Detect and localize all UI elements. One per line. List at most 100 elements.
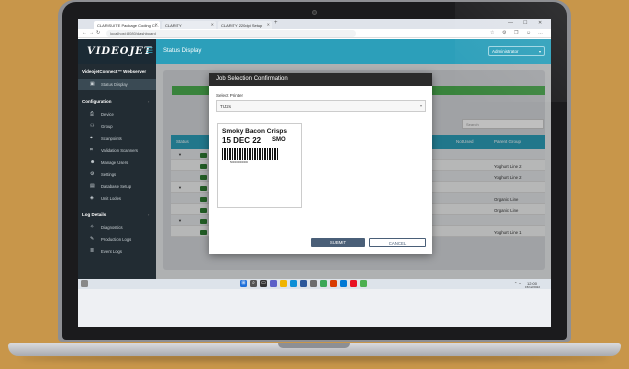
- app-icon[interactable]: [350, 280, 357, 287]
- sidebar-item-label: Group: [101, 124, 113, 129]
- sidebar-item-label: Diagnostics: [101, 225, 123, 230]
- app-icon[interactable]: [330, 280, 337, 287]
- maximize-button[interactable]: ☐: [523, 20, 527, 26]
- user-select-value: Administrator: [492, 49, 519, 54]
- hamburger-icon[interactable]: ☰: [146, 46, 153, 55]
- scan-icon: ⌖: [90, 135, 93, 141]
- star-icon[interactable]: ☆: [490, 30, 494, 36]
- sidebar-item-label: Device: [101, 112, 114, 117]
- wifi-icon[interactable]: ⌃ ◔: [514, 281, 521, 286]
- close-icon[interactable]: ✕: [155, 22, 158, 27]
- sidebar-item-production-logs[interactable]: ✎ Production Logs: [78, 234, 156, 245]
- diagnostics-icon: ✧: [90, 224, 95, 230]
- laptop-notch: [278, 343, 350, 348]
- new-tab-button[interactable]: +: [274, 20, 278, 26]
- label-product-name: Smoky Bacon Crisps: [222, 128, 288, 135]
- users-icon: ☻: [90, 159, 96, 165]
- sidebar-item-label: Event Logs: [101, 249, 122, 254]
- collections-icon[interactable]: ❐: [514, 30, 518, 36]
- file-explorer-icon[interactable]: [280, 280, 287, 287]
- sidebar-item-label: Settings: [101, 172, 117, 177]
- dialog-title: Job Selection Confirmation: [216, 76, 288, 82]
- submit-button[interactable]: SUBMIT: [311, 238, 365, 247]
- app-icon[interactable]: [340, 280, 347, 287]
- browser-tab-bar: CLARiSUITE Package Coding Cl... ✕ CLARiT…: [78, 19, 551, 29]
- job-selection-dialog: Job Selection Confirmation Select Printe…: [209, 73, 432, 254]
- barcode-number: 5000000000000: [230, 161, 249, 164]
- sidebar-item-validation-scanners[interactable]: ⌗ Validation Scanners: [78, 145, 156, 156]
- database-icon: ▤: [90, 183, 95, 189]
- chevron-icon[interactable]: ‹: [148, 99, 149, 104]
- address-bar: ← → ↻ localhost:8080/dashboard ☆ ⚙ ❐ ☺ …: [78, 29, 551, 38]
- sidebar-item-database-setup[interactable]: ▤ Database Setup: [78, 181, 156, 192]
- label-preview: Smoky Bacon Crisps 15 DEC 22 SMO 5000000…: [217, 123, 302, 208]
- tab-label: CLARiSUITE Package Coding Cl...: [97, 23, 160, 28]
- sidebar-item-group[interactable]: ⚇ Group: [78, 121, 156, 132]
- search-icon[interactable]: ⌕: [250, 280, 257, 287]
- profile-icon[interactable]: ☺: [526, 30, 531, 36]
- extensions-icon[interactable]: ⚙: [502, 30, 506, 36]
- sidebar-item-label: Production Logs: [101, 237, 132, 242]
- minimize-button[interactable]: —: [508, 20, 513, 26]
- sidebar-item-unit-lodes[interactable]: ◈ Unit Lodes: [78, 193, 156, 204]
- printer-select-value: TIJ2s: [220, 104, 232, 109]
- browser-tab-3[interactable]: CLARiTY 220dpi Setup ✕: [218, 21, 272, 29]
- forward-icon[interactable]: →: [89, 30, 94, 36]
- start-icon[interactable]: ⊞: [240, 280, 247, 287]
- widgets-icon[interactable]: [81, 280, 88, 287]
- configuration-heading: Configuration: [82, 99, 112, 104]
- chevron-down-icon: ▾: [538, 49, 541, 54]
- sidebar-item-label: Database Setup: [101, 184, 132, 189]
- sidebar-item-status-display[interactable]: ▣ Status Display: [78, 79, 156, 90]
- log-details-heading: Log Details: [82, 212, 107, 217]
- settings-icon: ⚙: [90, 171, 95, 177]
- videojet-logo: VIDEOJET: [87, 46, 153, 57]
- sidebar-item-label: Scanpoints: [101, 136, 122, 141]
- group-icon: ⚇: [90, 123, 95, 129]
- screen: CLARiSUITE Package Coding Cl... ✕ CLARiT…: [78, 19, 551, 327]
- sidebar-item-label: Unit Lodes: [101, 196, 122, 201]
- app-icon[interactable]: [310, 280, 317, 287]
- printer-select[interactable]: TIJ2s ▾: [216, 100, 426, 112]
- back-icon[interactable]: ←: [82, 30, 87, 36]
- more-icon[interactable]: …: [538, 30, 543, 36]
- monitor-icon: ▣: [90, 81, 95, 87]
- tab-label: CLARiTY: [165, 23, 182, 28]
- sidebar-item-scanpoints[interactable]: ⌖ Scanpoints: [78, 133, 156, 144]
- user-select[interactable]: Administrator ▾: [488, 46, 545, 56]
- event-icon: ≣: [90, 248, 95, 254]
- task-view-icon[interactable]: ▭: [260, 280, 267, 287]
- browser-tab-2[interactable]: CLARiTY ✕: [162, 21, 216, 29]
- app-icon[interactable]: [360, 280, 367, 287]
- chevron-down-icon: ▾: [419, 103, 422, 108]
- tab-label: CLARiTY 220dpi Setup: [221, 23, 263, 28]
- browser-tab-1[interactable]: CLARiSUITE Package Coding Cl... ✕: [94, 21, 160, 29]
- chevron-icon[interactable]: ‹: [148, 212, 149, 217]
- close-icon[interactable]: ✕: [211, 22, 214, 27]
- barcode-image: [222, 148, 278, 160]
- sidebar-title: VideojetConnect™ Webserver: [82, 69, 147, 74]
- webcam: [312, 10, 317, 15]
- sidebar-item-manage-users[interactable]: ☻ Manage Users: [78, 157, 156, 168]
- sidebar-item-settings[interactable]: ⚙ Settings: [78, 169, 156, 180]
- sidebar-item-label: Status Display: [101, 82, 128, 87]
- url-input[interactable]: localhost:8080/dashboard: [106, 30, 356, 37]
- reload-icon[interactable]: ↻: [96, 30, 100, 36]
- chat-icon[interactable]: [270, 280, 277, 287]
- store-icon[interactable]: [300, 280, 307, 287]
- edge-icon[interactable]: [290, 280, 297, 287]
- close-icon[interactable]: ✕: [267, 22, 270, 27]
- sidebar-item-device[interactable]: ⎙ Device: [78, 109, 156, 120]
- select-printer-label: Select Printer: [216, 93, 244, 98]
- sidebar: VideojetConnect™ Webserver ▣ Status Disp…: [78, 64, 156, 279]
- logs-icon: ✎: [90, 236, 95, 242]
- window-close-button[interactable]: ✕: [538, 20, 542, 26]
- sidebar-item-event-logs[interactable]: ≣ Event Logs: [78, 246, 156, 257]
- clock-date: 15/12/2022: [525, 285, 541, 289]
- unit-icon: ◈: [90, 195, 94, 201]
- cancel-button[interactable]: CANCEL: [369, 238, 426, 247]
- sidebar-item-diagnostics[interactable]: ✧ Diagnostics: [78, 222, 156, 233]
- app-icon[interactable]: [320, 280, 327, 287]
- page-title: Status Display: [163, 48, 202, 54]
- sidebar-item-label: Validation Scanners: [101, 148, 138, 153]
